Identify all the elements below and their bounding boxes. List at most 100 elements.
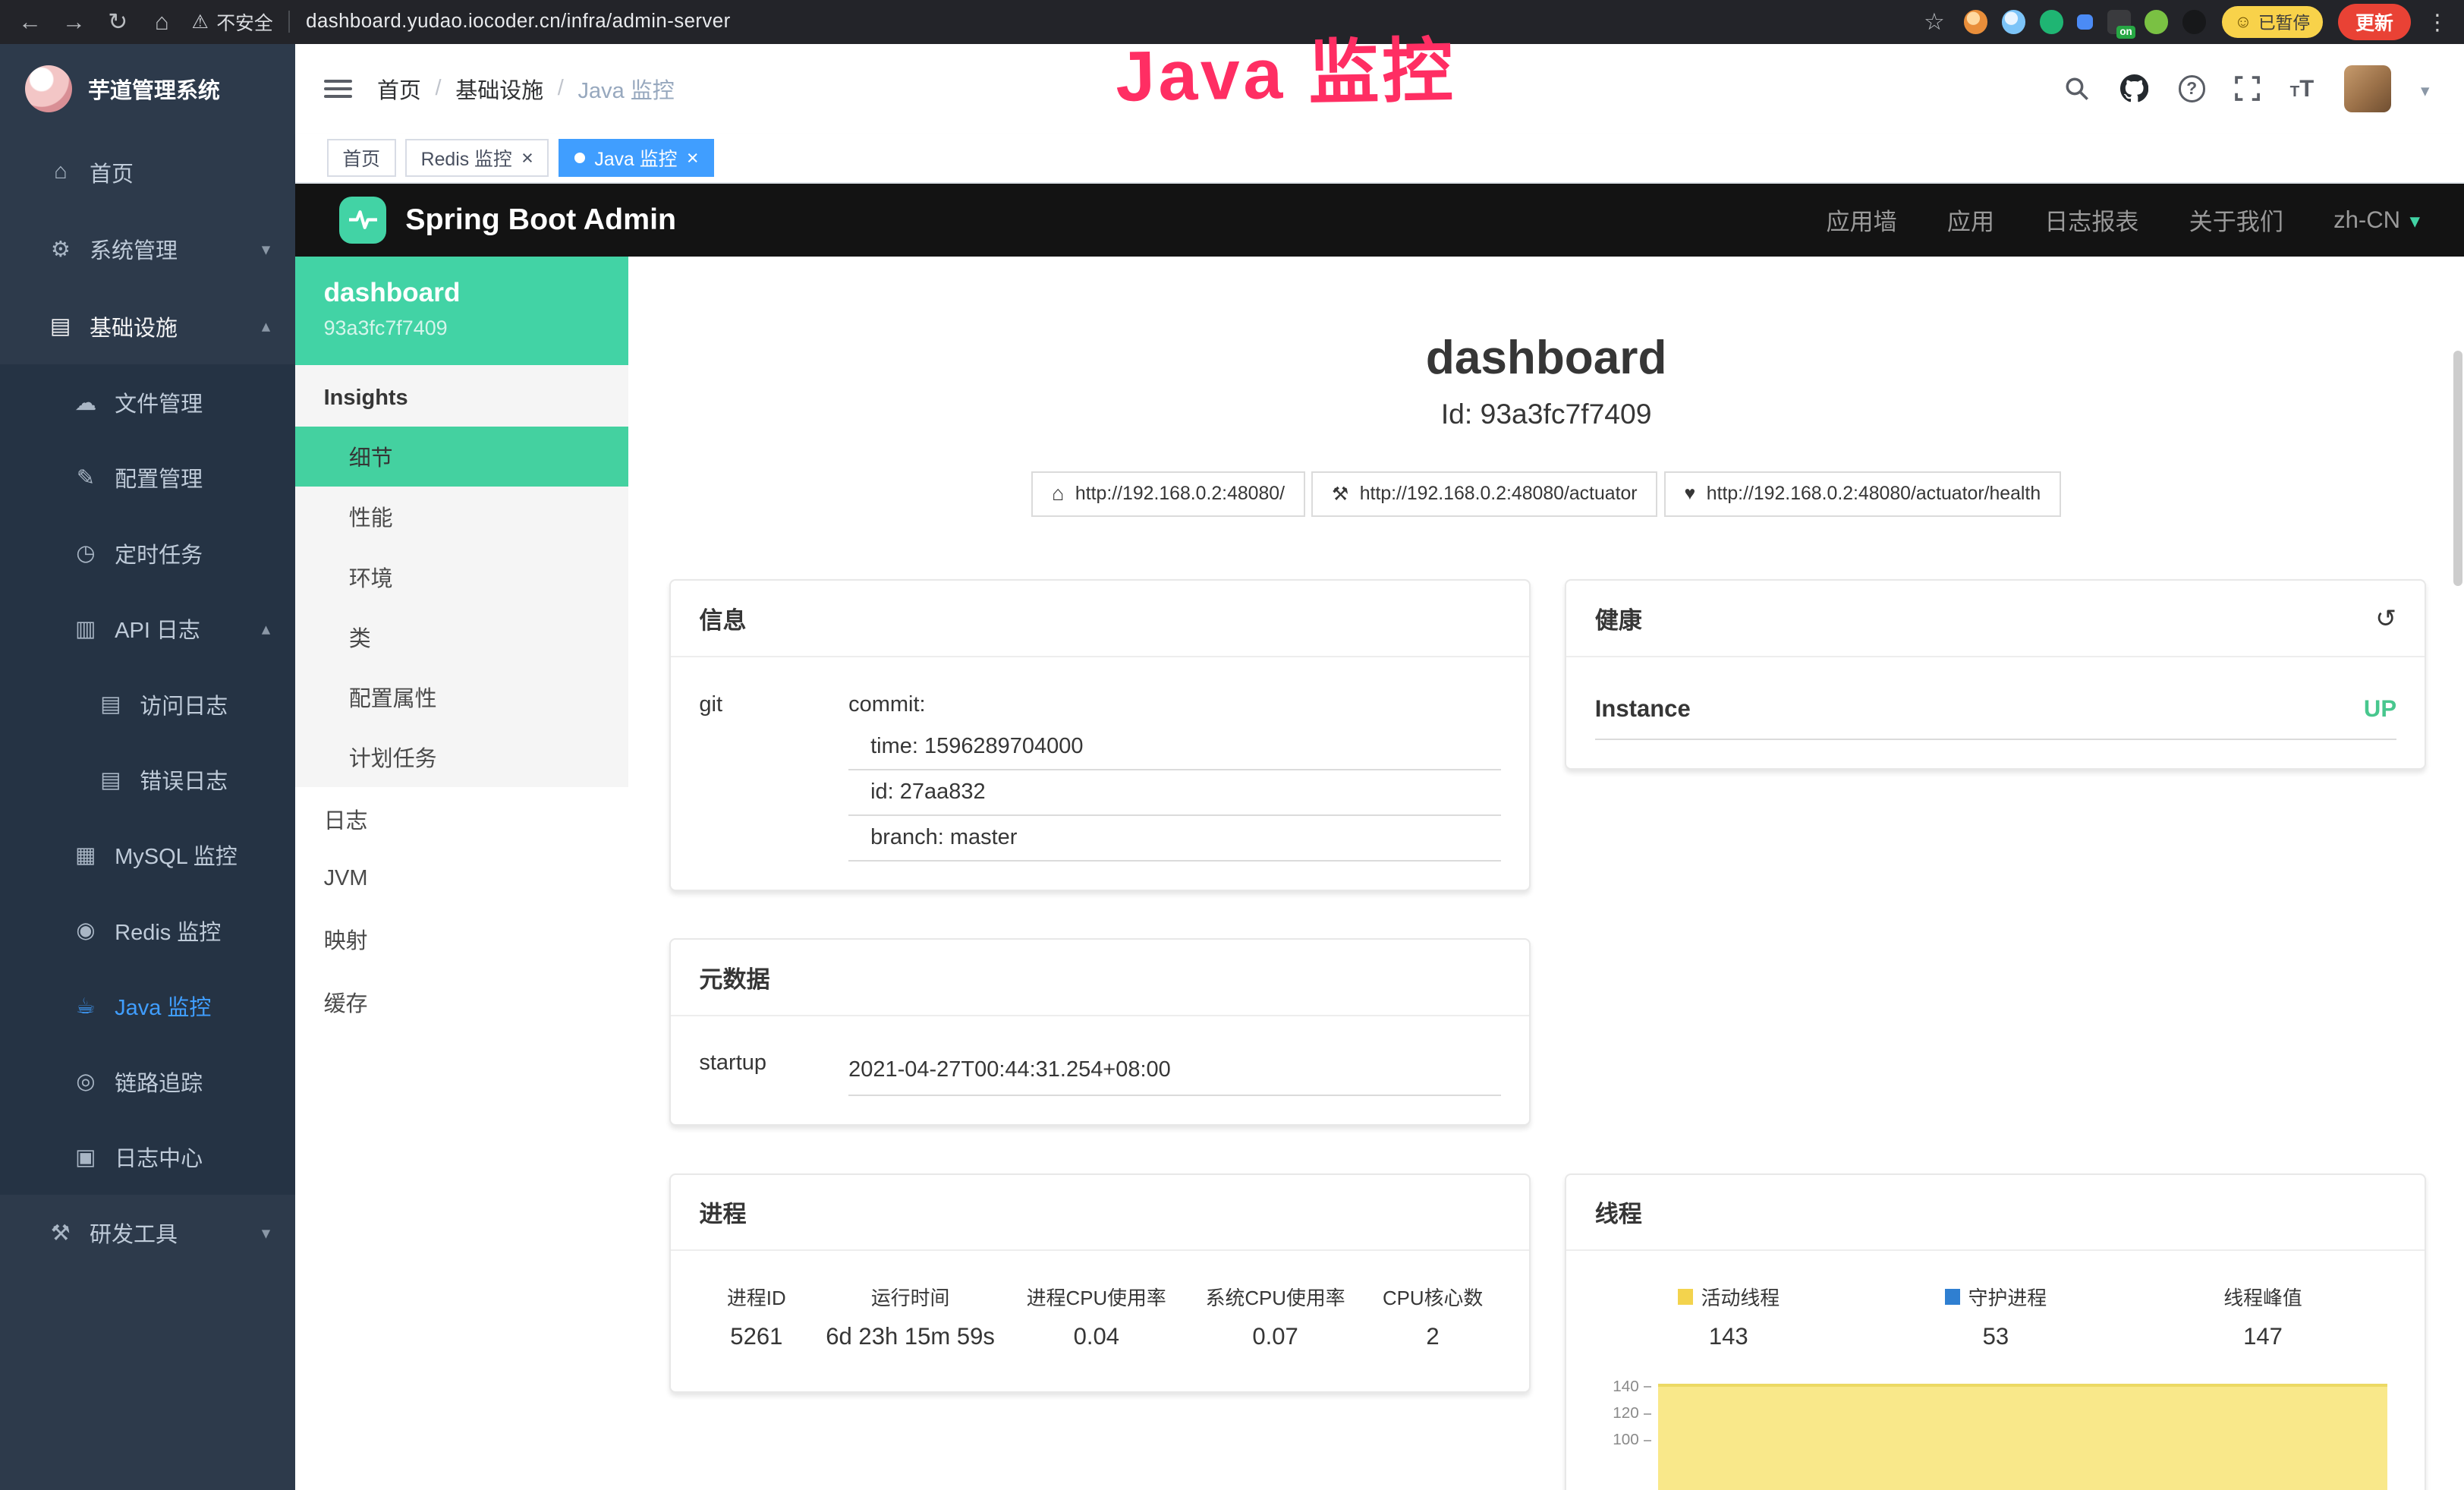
- sidebar-item-label: 基础设施: [90, 310, 178, 342]
- sidebar-submenu-infra: 文件管理 配置管理 定时任务 API 日志: [0, 364, 295, 1194]
- extension-icon-on[interactable]: on: [2107, 10, 2131, 33]
- extension-icon-green[interactable]: [2040, 10, 2063, 33]
- sba-item-metrics[interactable]: 性能: [295, 487, 628, 547]
- sidebar-item-label: 首页: [90, 156, 134, 188]
- sidebar-item-label: Java 监控: [115, 990, 211, 1022]
- tab-java-monitor[interactable]: Java 监控: [559, 139, 714, 177]
- health-instance-label: Instance: [1595, 695, 1691, 723]
- sba-item-details[interactable]: 细节: [295, 427, 628, 487]
- sba-item-environment[interactable]: 环境: [295, 547, 628, 606]
- instance-header[interactable]: dashboard 93a3fc7f7409: [295, 257, 628, 365]
- url-bar[interactable]: dashboard.yudao.iocoder.cn/infra/admin-s…: [306, 11, 730, 33]
- user-avatar[interactable]: [2344, 65, 2391, 112]
- update-button[interactable]: 更新: [2338, 4, 2410, 40]
- sba-main: dashboard Id: 93a3fc7f7409 http://192.16…: [628, 257, 2464, 1490]
- scrollbar-thumb[interactable]: [2453, 351, 2462, 587]
- link-health-url[interactable]: http://192.168.0.2:48080/actuator/health: [1664, 471, 2061, 517]
- sba-brand-title[interactable]: Spring Boot Admin: [405, 203, 676, 237]
- sba-item-configprops[interactable]: 配置属性: [295, 667, 628, 727]
- paused-badge[interactable]: 已暂停: [2222, 6, 2323, 37]
- breadcrumb-infra[interactable]: 基础设施: [455, 73, 543, 105]
- legend-label: 守护进程: [1968, 1283, 2047, 1311]
- card-title: 信息: [671, 581, 1529, 657]
- sidebar-item-java-monitor[interactable]: Java 监控: [0, 969, 295, 1044]
- extension-icon-grid[interactable]: [2077, 14, 2093, 30]
- config-icon: [72, 465, 99, 491]
- sidebar-item-files[interactable]: 文件管理: [0, 364, 295, 439]
- chevron-up-icon: [262, 619, 270, 639]
- sidebar-item-config[interactable]: 配置管理: [0, 440, 295, 515]
- screen: ← → ↻ ⌂ ⚠ 不安全 dashboard.yudao.iocoder.cn…: [0, 0, 2464, 1490]
- sba-item-logs[interactable]: 日志: [295, 787, 628, 850]
- app-title: 芋道管理系统: [88, 73, 220, 105]
- process-col-header: 运行时间: [813, 1264, 1007, 1317]
- history-icon[interactable]: [2375, 603, 2396, 634]
- app-logo-row[interactable]: 芋道管理系统: [0, 44, 295, 134]
- tab-redis-monitor[interactable]: Redis 监控: [405, 139, 549, 177]
- heart-icon: [1685, 484, 1696, 505]
- sba-nav-journal[interactable]: 日志报表: [2044, 203, 2138, 237]
- process-value: 0.04: [1007, 1317, 1186, 1363]
- tab-home[interactable]: 首页: [327, 139, 396, 177]
- sidebar-item-trace[interactable]: 链路追踪: [0, 1044, 295, 1119]
- sidebar-item-mysql[interactable]: MySQL 监控: [0, 817, 295, 893]
- legend-peak-threads: 线程峰值: [2129, 1264, 2396, 1317]
- font-size-icon[interactable]: [2290, 74, 2315, 103]
- link-label: http://192.168.0.2:48080/: [1075, 484, 1285, 505]
- sidebar-item-redis[interactable]: Redis 监控: [0, 893, 295, 968]
- breadcrumb-home[interactable]: 首页: [377, 73, 421, 105]
- error-log-icon: [97, 767, 124, 793]
- api-log-icon: [72, 616, 99, 642]
- sidebar-item-access-log[interactable]: 访问日志: [0, 666, 295, 742]
- browser-reload-icon[interactable]: ↻: [104, 8, 132, 36]
- security-warning[interactable]: ⚠ 不安全: [192, 8, 273, 36]
- timer-icon: [72, 540, 99, 566]
- sba-item-scheduled-tasks[interactable]: 计划任务: [295, 727, 628, 787]
- browser-home-icon[interactable]: ⌂: [148, 8, 176, 36]
- extension-icon-drop[interactable]: [2002, 10, 2025, 33]
- link-label: http://192.168.0.2:48080/actuator: [1360, 484, 1638, 505]
- extension-icon-leaf[interactable]: [2145, 10, 2168, 33]
- sba-nav-about[interactable]: 关于我们: [2189, 203, 2283, 237]
- search-icon[interactable]: [2063, 75, 2090, 102]
- browser-forward-icon[interactable]: →: [60, 8, 88, 36]
- close-icon[interactable]: [521, 146, 533, 170]
- sba-logo-icon[interactable]: [339, 197, 386, 244]
- close-icon[interactable]: [687, 146, 699, 170]
- process-value: 6d 23h 15m 59s: [813, 1317, 1007, 1363]
- sba-item-caches[interactable]: 缓存: [295, 970, 628, 1033]
- sidebar-item-error-log[interactable]: 错误日志: [0, 742, 295, 817]
- redis-icon: [72, 917, 99, 943]
- sidebar-fold-icon[interactable]: [324, 80, 352, 99]
- sba-nav-wall[interactable]: 应用墙: [1827, 203, 1897, 237]
- sba-item-mappings[interactable]: 映射: [295, 907, 628, 970]
- extension-icon-orange[interactable]: [1964, 10, 1987, 33]
- sidebar-item-jobs[interactable]: 定时任务: [0, 515, 295, 591]
- extension-icon-paw[interactable]: [2182, 10, 2206, 33]
- language-select[interactable]: zh-CN: [2333, 206, 2420, 234]
- sba-item-jvm[interactable]: JVM: [295, 850, 628, 906]
- sidebar-item-system[interactable]: 系统管理: [0, 210, 295, 287]
- bookmark-star-icon[interactable]: ☆: [1920, 8, 1948, 36]
- java-icon: [72, 993, 99, 1019]
- wrench-icon: [1332, 483, 1348, 506]
- sidebar-item-api-log[interactable]: API 日志: [0, 591, 295, 666]
- link-service-url[interactable]: http://192.168.0.2:48080/: [1031, 471, 1305, 517]
- github-icon[interactable]: [2120, 74, 2148, 102]
- health-status-badge: UP: [2364, 695, 2396, 723]
- log-center-icon: [72, 1144, 99, 1170]
- sidebar-item-infra[interactable]: 基础设施: [0, 288, 295, 364]
- sidebar-item-home[interactable]: 首页: [0, 134, 295, 210]
- metadata-key: startup: [699, 1044, 848, 1096]
- avatar-caret-icon[interactable]: [2421, 74, 2429, 103]
- help-icon[interactable]: [2179, 75, 2205, 102]
- sidebar-item-log-center[interactable]: 日志中心: [0, 1119, 295, 1194]
- browser-back-icon[interactable]: ←: [16, 8, 44, 36]
- browser-menu-icon[interactable]: [2426, 8, 2448, 36]
- sidebar-item-devtools[interactable]: 研发工具: [0, 1195, 295, 1271]
- fullscreen-icon[interactable]: [2235, 76, 2260, 101]
- process-col-header: 系统CPU使用率: [1186, 1264, 1365, 1317]
- link-actuator-url[interactable]: http://192.168.0.2:48080/actuator: [1311, 471, 1657, 517]
- sba-nav-applications[interactable]: 应用: [1947, 203, 1994, 237]
- sba-item-classes[interactable]: 类: [295, 606, 628, 666]
